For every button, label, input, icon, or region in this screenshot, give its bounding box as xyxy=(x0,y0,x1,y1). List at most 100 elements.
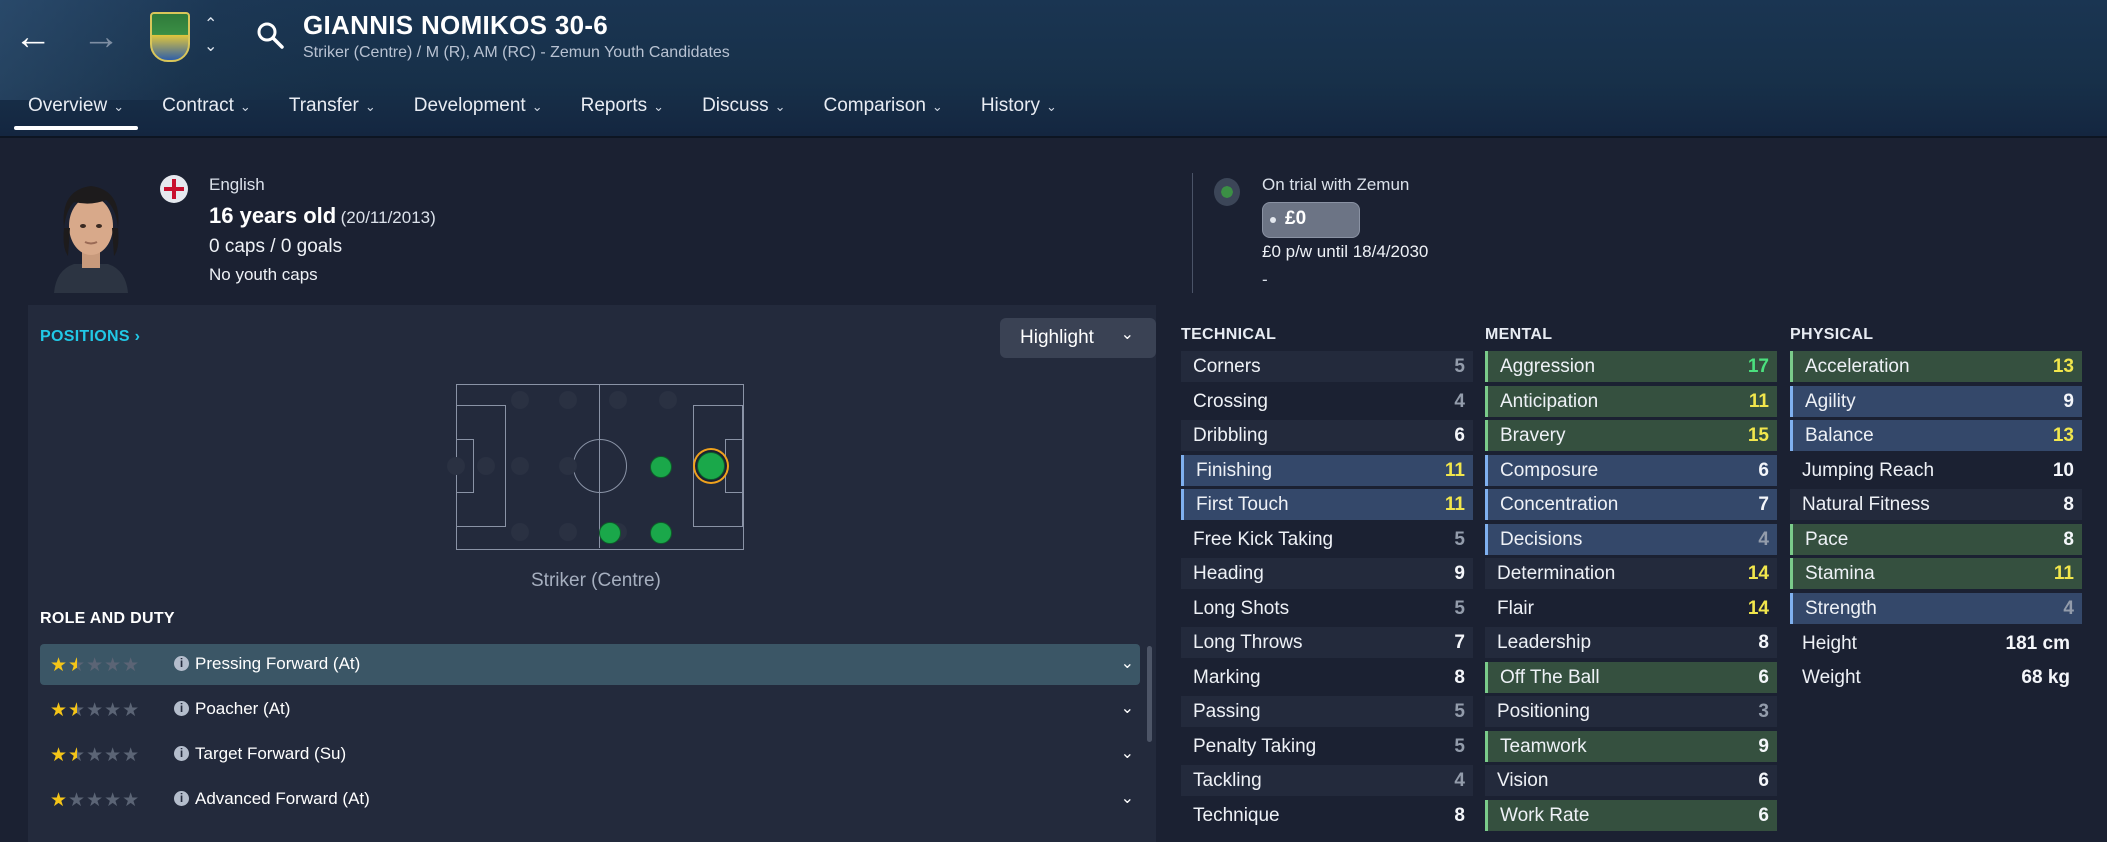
chevron-down-icon[interactable]: ⌄ xyxy=(1121,743,1134,763)
attribute-value: 7 xyxy=(1758,494,1769,515)
selected-position-label: Striker (Centre) xyxy=(531,570,661,591)
position-dot-am-right xyxy=(650,522,672,544)
tab-reports[interactable]: Reports ⌄ xyxy=(567,92,678,130)
weight-row: Weight 68 kg xyxy=(1790,662,2082,693)
chevron-down-icon: ⌄ xyxy=(239,99,251,114)
attribute-value: 5 xyxy=(1454,528,1465,550)
role-row-advanced-forward[interactable]: ★★★★★ i Advanced Forward (At) ⌄ xyxy=(40,779,1140,820)
attribute-name: First Touch xyxy=(1196,494,1289,515)
attribute-name: Positioning xyxy=(1497,701,1590,722)
attribute-value: 8 xyxy=(1454,804,1465,826)
attribute-name: Work Rate xyxy=(1500,804,1590,826)
tab-overview[interactable]: Overview ⌄ xyxy=(14,92,139,130)
transfer-value-badge[interactable]: £0 xyxy=(1262,202,1360,238)
attribute-name: Bravery xyxy=(1500,425,1566,446)
search-icon[interactable] xyxy=(255,20,287,57)
attribute-name: Penalty Taking xyxy=(1193,735,1317,757)
attribute-value: 10 xyxy=(2052,459,2074,481)
tab-discuss[interactable]: Discuss ⌄ xyxy=(688,92,799,130)
attribute-name: Off The Ball xyxy=(1500,666,1600,688)
position-dot xyxy=(477,457,495,475)
role-row-pressing-forward[interactable]: ★★★★★ i Pressing Forward (At) ⌄ xyxy=(40,644,1140,685)
role-stars: ★★★★★ xyxy=(50,654,140,677)
attribute-value: 5 xyxy=(1454,597,1465,619)
attribute-row-stamina: Stamina 11 xyxy=(1790,558,2082,589)
attribute-name: Marking xyxy=(1193,666,1261,688)
chevron-down-icon: ⌄ xyxy=(931,99,943,114)
info-icon[interactable]: i xyxy=(174,746,189,761)
attribute-name: Vision xyxy=(1497,770,1549,791)
info-icon[interactable]: i xyxy=(174,656,189,671)
wage-info: £0 p/w until 18/4/2030 xyxy=(1262,242,1429,261)
attribute-name: Heading xyxy=(1193,563,1264,584)
role-list-scrollbar[interactable] xyxy=(1147,646,1152,742)
header-divider xyxy=(1192,173,1193,293)
tab-transfer[interactable]: Transfer ⌄ xyxy=(275,92,390,130)
role-duty-title: ROLE AND DUTY xyxy=(40,610,175,627)
height-row: Height 181 cm xyxy=(1790,628,2082,659)
tab-comparison[interactable]: Comparison ⌄ xyxy=(809,92,956,130)
attribute-value: 14 xyxy=(1747,563,1769,584)
highlight-dropdown[interactable]: Highlight ⌄ xyxy=(1000,318,1156,358)
youth-caps: No youth caps xyxy=(209,265,318,284)
international-caps: 0 caps / 0 goals xyxy=(209,236,343,257)
age-row: 16 years old (20/11/2013) xyxy=(209,203,436,229)
chevron-up-icon[interactable]: ⌃ xyxy=(204,14,217,34)
attribute-row-agility: Agility 9 xyxy=(1790,385,2082,417)
attribute-value: 6 xyxy=(1758,770,1769,791)
attribute-row-pace: Pace 8 xyxy=(1790,523,2082,555)
position-dot-am-centre xyxy=(650,456,672,478)
star-half-icon: ★ xyxy=(68,745,87,766)
role-name: Poacher (At) xyxy=(195,699,291,718)
attribute-row-balance: Balance 13 xyxy=(1790,420,2082,451)
attribute-value: 3 xyxy=(1758,701,1769,722)
forward-arrow-icon[interactable]: → xyxy=(82,18,120,56)
attribute-value: 8 xyxy=(2063,494,2074,515)
attribute-name: Concentration xyxy=(1500,494,1619,515)
club-crest-icon[interactable] xyxy=(150,12,190,62)
attribute-row-dribbling: Dribbling 6 xyxy=(1181,420,1473,451)
contract-extra: - xyxy=(1262,270,1268,289)
info-icon[interactable]: i xyxy=(174,791,189,806)
tab-development[interactable]: Development ⌄ xyxy=(400,92,557,130)
mental-title: MENTAL xyxy=(1485,326,1553,343)
attribute-row-strength: Strength 4 xyxy=(1790,592,2082,624)
position-dot xyxy=(447,457,465,475)
tab-label: Comparison xyxy=(823,95,926,116)
tab-bar: Overview ⌄ Contract ⌄ Transfer ⌄ Developmen… xyxy=(14,92,1081,130)
tab-contract[interactable]: Contract ⌄ xyxy=(148,92,265,130)
tab-history[interactable]: History ⌄ xyxy=(967,92,1071,130)
attribute-name: Technique xyxy=(1193,804,1280,826)
attribute-name: Tackling xyxy=(1193,770,1262,791)
info-icon[interactable]: i xyxy=(174,701,189,716)
chevron-down-icon: ⌄ xyxy=(364,99,376,114)
chevron-down-icon[interactable]: ⌄ xyxy=(1121,653,1134,673)
positions-link[interactable]: POSITIONS › xyxy=(40,328,140,346)
back-arrow-icon[interactable]: ← xyxy=(14,18,52,56)
england-flag-icon xyxy=(160,175,188,203)
attribute-name: Decisions xyxy=(1500,528,1583,550)
chevron-down-icon[interactable]: ⌄ xyxy=(1121,788,1134,808)
star-half-icon: ★ xyxy=(68,700,87,721)
attribute-row-finishing: Finishing 11 xyxy=(1181,454,1473,486)
tab-label: Discuss xyxy=(702,95,769,116)
technical-title: TECHNICAL xyxy=(1181,326,1277,343)
value-dot-icon xyxy=(1270,217,1276,223)
attribute-row-anticipation: Anticipation 11 xyxy=(1485,385,1777,417)
chevron-down-icon: ⌄ xyxy=(653,99,665,114)
attribute-row-work-rate: Work Rate 6 xyxy=(1485,799,1777,831)
position-dot-striker-selected xyxy=(697,452,725,480)
technical-attributes: Corners 5 Crossing 4 Dribbling 6 Finishing 1… xyxy=(1181,351,1473,834)
tab-label: Development xyxy=(413,95,526,116)
role-row-target-forward[interactable]: ★★★★★ i Target Forward (Su) ⌄ xyxy=(40,734,1140,775)
attribute-name: Dribbling xyxy=(1193,425,1268,446)
position-dot xyxy=(559,391,577,409)
date-of-birth: (20/11/2013) xyxy=(340,208,436,227)
attribute-row-off-the-ball: Off The Ball 6 xyxy=(1485,661,1777,693)
chevron-down-icon[interactable]: ⌄ xyxy=(204,36,217,56)
role-row-poacher[interactable]: ★★★★★ i Poacher (At) ⌄ xyxy=(40,689,1140,730)
attribute-value: 8 xyxy=(1454,666,1465,688)
star-icon: ★ xyxy=(50,655,69,676)
attribute-value: 11 xyxy=(1444,494,1465,515)
chevron-down-icon[interactable]: ⌄ xyxy=(1121,698,1134,718)
